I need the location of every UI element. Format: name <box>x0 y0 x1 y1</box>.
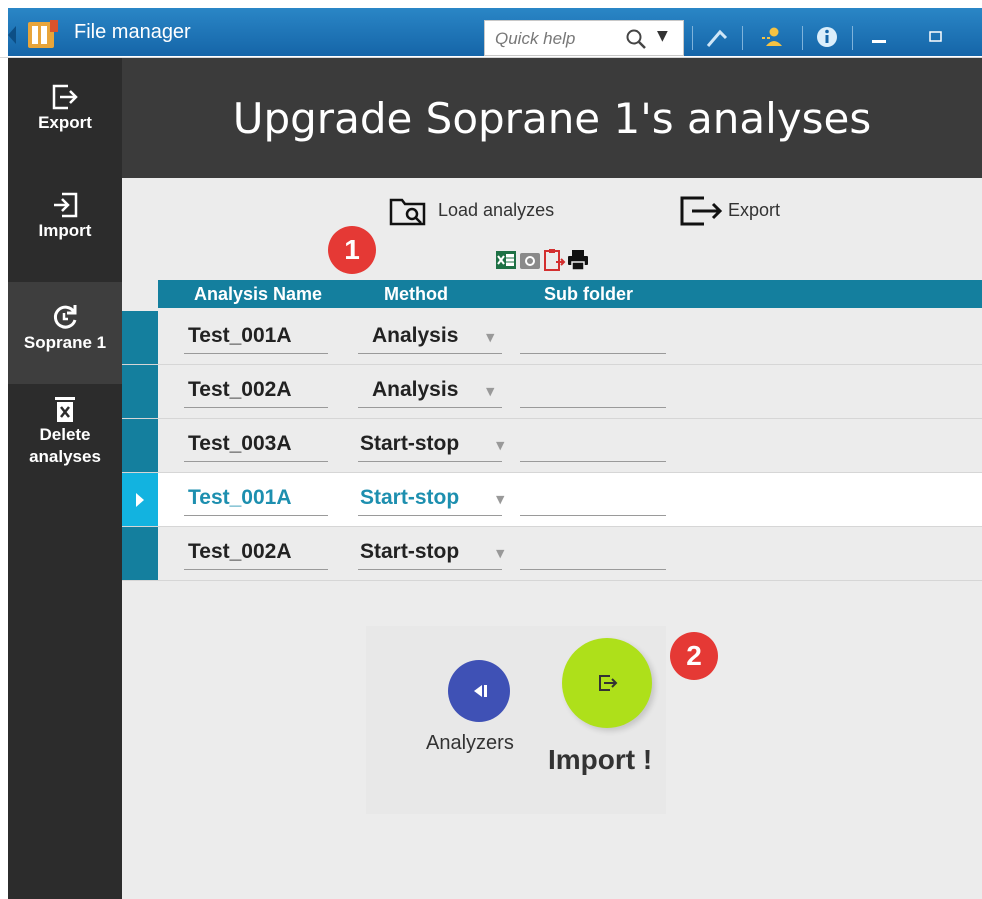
main-content: Load analyzes Export 1 Analysis Name Met… <box>122 178 982 899</box>
camera-icon[interactable] <box>518 248 542 272</box>
table-row[interactable]: Test_003A Start-stop ▼ <box>122 419 982 473</box>
cell-underline <box>520 461 666 462</box>
export-label: Export <box>728 200 781 220</box>
grid-header: Analysis Name Method Sub folder <box>158 280 982 308</box>
table-row[interactable]: Test_001A Analysis ▼ <box>122 311 982 365</box>
title-bar: File manager Quick help ▼ <box>0 0 982 58</box>
page-header: Upgrade Soprane 1's analyses <box>122 58 982 178</box>
table-row[interactable]: Test_002A Start-stop ▼ <box>122 527 982 581</box>
analyzers-button[interactable] <box>448 660 510 722</box>
maximize-icon[interactable] <box>922 24 948 50</box>
title-bar-strip: File manager Quick help ▼ <box>8 8 982 56</box>
analysis-name-cell[interactable]: Test_002A <box>188 378 292 402</box>
analysis-name-cell[interactable]: Test_001A <box>188 324 292 348</box>
hammer-icon[interactable] <box>704 24 730 50</box>
callout-marker-1: 1 <box>328 226 376 274</box>
current-row-arrow-icon <box>136 493 144 507</box>
load-analyzes-label: Load analyzes <box>438 200 555 220</box>
user-icon[interactable] <box>760 24 786 50</box>
sidebar-item-export[interactable]: Export <box>8 82 122 174</box>
column-header-method[interactable]: Method <box>384 284 448 305</box>
cell-underline <box>520 569 666 570</box>
clipboard-export-icon[interactable] <box>542 248 566 272</box>
cell-underline <box>358 569 502 570</box>
method-dropdown[interactable]: Start-stop <box>360 540 459 564</box>
sidebar-item-label: Soprane 1 <box>23 333 107 352</box>
method-dropdown[interactable]: Start-stop <box>360 486 459 510</box>
chevron-down-icon[interactable]: ▼ <box>486 331 494 344</box>
table-row-selected[interactable]: Test_001A Start-stop ▼ <box>122 473 982 527</box>
cell-underline <box>184 515 328 516</box>
callout-marker-2: 2 <box>670 632 718 680</box>
import-label: Import ! <box>548 744 653 775</box>
analysis-name-cell[interactable]: Test_002A <box>188 540 292 564</box>
chevron-down-icon[interactable]: ▼ <box>496 493 504 506</box>
sidebar-item-import[interactable]: Import <box>8 190 122 282</box>
cell-underline <box>184 461 328 462</box>
delete-icon <box>55 397 75 422</box>
page-title: Upgrade Soprane 1's analyses <box>232 94 872 143</box>
sidebar-item-delete-analyses[interactable]: Delete analyses <box>8 394 122 504</box>
row-selector[interactable] <box>122 311 158 364</box>
cell-underline <box>358 407 502 408</box>
load-analyzes-button[interactable]: Load analyzes <box>384 190 584 234</box>
row-selector[interactable] <box>122 527 158 580</box>
sidebar-item-label: Delete analyses <box>29 425 101 466</box>
column-header-analysis-name[interactable]: Analysis Name <box>194 284 322 305</box>
cell-underline <box>358 515 502 516</box>
method-dropdown[interactable]: Analysis <box>372 324 458 348</box>
cell-underline <box>184 569 328 570</box>
cell-underline <box>358 353 502 354</box>
sidebar-item-soprane-1[interactable]: Soprane 1 <box>8 282 122 384</box>
toolbar-separator <box>692 26 693 50</box>
quick-help-search[interactable]: Quick help ▼ <box>484 20 684 56</box>
analysis-name-cell[interactable]: Test_001A <box>188 486 292 510</box>
cell-underline <box>184 407 328 408</box>
toolbar-separator <box>742 26 743 50</box>
cell-underline <box>520 353 666 354</box>
refresh-icon <box>53 305 77 329</box>
sidebar: Export Import Soprane 1 Delete analyses <box>8 58 122 899</box>
export-icon <box>680 196 723 226</box>
row-selector[interactable] <box>122 473 158 526</box>
search-icon[interactable] <box>625 28 647 50</box>
sidebar-item-label: Export <box>38 113 92 132</box>
analysis-name-cell[interactable]: Test_003A <box>188 432 292 456</box>
chevron-down-icon[interactable]: ▼ <box>486 385 494 398</box>
analyzers-label: Analyzers <box>426 732 514 754</box>
import-button[interactable] <box>562 638 652 728</box>
import-icon <box>599 675 618 691</box>
folder-search-icon <box>389 198 426 226</box>
toolbar-separator <box>802 26 803 50</box>
cell-underline <box>520 515 666 516</box>
quick-help-dropdown-icon[interactable]: ▼ <box>657 28 668 44</box>
cell-underline <box>358 461 502 462</box>
method-dropdown[interactable]: Start-stop <box>360 432 459 456</box>
minimize-icon[interactable] <box>866 24 892 50</box>
app-logo-icon <box>8 20 58 48</box>
import-icon <box>54 192 78 218</box>
chevron-down-icon[interactable]: ▼ <box>496 547 504 560</box>
info-icon[interactable] <box>814 24 840 50</box>
action-panel: Analyzers Import ! <box>366 626 666 814</box>
cell-underline <box>520 407 666 408</box>
excel-icon[interactable] <box>494 248 518 272</box>
table-row[interactable]: Test_002A Analysis ▼ <box>122 365 982 419</box>
cell-underline <box>184 353 328 354</box>
export-icon <box>52 84 78 110</box>
column-header-sub-folder[interactable]: Sub folder <box>544 284 633 305</box>
quick-help-placeholder: Quick help <box>495 29 576 48</box>
toolbar-separator <box>852 26 853 50</box>
row-selector[interactable] <box>122 419 158 472</box>
printer-icon[interactable] <box>566 248 590 272</box>
chevron-down-icon[interactable]: ▼ <box>496 439 504 452</box>
method-dropdown[interactable]: Analysis <box>372 378 458 402</box>
back-icon <box>474 685 487 697</box>
sidebar-item-label: Import <box>38 221 92 240</box>
export-button[interactable]: Export <box>676 190 806 234</box>
window-title: File manager <box>74 21 191 43</box>
row-selector[interactable] <box>122 365 158 418</box>
